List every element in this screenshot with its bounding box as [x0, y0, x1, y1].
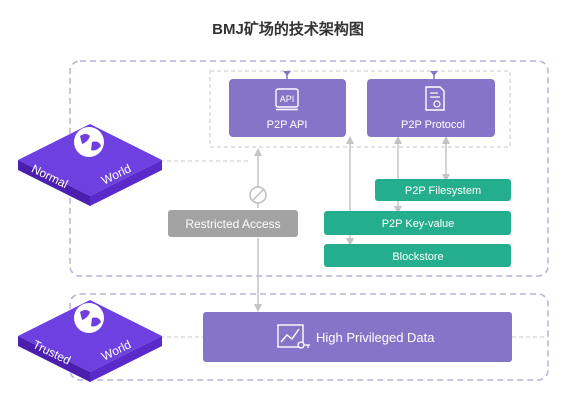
normal-world-block: Normal World — [18, 124, 162, 206]
p2p-filesystem-box[interactable]: P2P Filesystem — [375, 179, 511, 201]
architecture-diagram: BMJ矿场的技术架构图 API P2P API P2P Protocol Res… — [18, 20, 549, 382]
p2p-key-value-box[interactable]: P2P Key-value — [324, 211, 511, 235]
p2p-protocol-label: P2P Protocol — [401, 119, 465, 131]
restricted-access-label: Restricted Access — [185, 217, 280, 231]
globe-icon — [74, 303, 104, 333]
globe-icon — [74, 127, 104, 157]
p2p-api-label: P2P API — [267, 119, 308, 131]
high-privileged-data-label: High Privileged Data — [316, 330, 435, 345]
trusted-world-block: Trusted World — [18, 300, 162, 382]
blocked-circle-icon — [249, 186, 267, 204]
restricted-access-box[interactable]: Restricted Access — [168, 210, 298, 237]
api-box-nub — [283, 71, 291, 79]
p2p-key-value-label: P2P Key-value — [382, 218, 455, 230]
blockstore-box[interactable]: Blockstore — [324, 244, 511, 267]
api-icon-text: API — [280, 94, 295, 104]
blockstore-label: Blockstore — [392, 251, 443, 263]
protocol-box-nub — [430, 71, 438, 79]
diagram-title: BMJ矿场的技术架构图 — [212, 20, 364, 38]
p2p-filesystem-label: P2P Filesystem — [405, 185, 481, 197]
p2p-api-box[interactable]: API P2P API — [229, 79, 346, 137]
p2p-protocol-box[interactable]: P2P Protocol — [367, 79, 495, 137]
high-privileged-data-box[interactable]: High Privileged Data — [203, 312, 512, 362]
